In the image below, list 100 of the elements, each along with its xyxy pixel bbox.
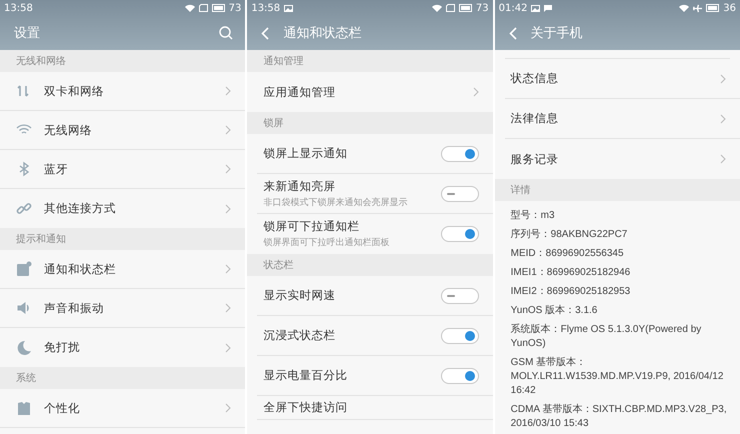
toggle-switch[interactable] <box>440 368 479 384</box>
list-item[interactable]: 服务记录 <box>504 139 740 179</box>
chevron-right-icon <box>472 87 479 97</box>
item-subtitle: 锁屏界面可下拉呼出通知栏面板 <box>263 236 390 249</box>
chevron-right-icon <box>720 74 726 84</box>
image-icon <box>284 4 294 12</box>
item-label: 双卡和网络 <box>44 84 105 98</box>
chevron-right-icon <box>225 204 232 214</box>
screen-title: 关于手机 <box>530 25 584 42</box>
detail-text: 系统版本：Flyme OS 5.1.3.0Y(Powered by YunOS) <box>510 323 702 351</box>
toggle-row[interactable]: 显示实时网速 <box>257 276 493 316</box>
section-header: 状态栏 <box>247 254 493 276</box>
detail-text: IMEI2：869969025182953 <box>510 285 632 299</box>
list-item[interactable]: 免打扰 <box>0 328 246 367</box>
chevron-right-icon <box>225 164 232 174</box>
battery-percent: 73 <box>476 2 489 14</box>
message-icon <box>544 4 552 12</box>
chevron-right-icon <box>720 114 726 124</box>
link-icon <box>16 200 32 216</box>
item-label: 服务记录 <box>510 152 560 166</box>
speaker-icon <box>16 300 32 316</box>
list-item[interactable]: 无线网络 <box>0 111 246 150</box>
wifi-icon <box>184 4 195 12</box>
wifi-icon <box>432 4 442 12</box>
item-label: 显示实时网速 <box>263 288 336 303</box>
item-label: 蓝牙 <box>44 162 69 176</box>
detail-text: CDMA 基带版本：SIXTH.CBP.MD.MP3.V28_P3, 2016/03/10 15:43 <box>510 403 728 431</box>
list-item[interactable]: 个性化 <box>0 389 246 428</box>
item-label: 沉浸式状态栏 <box>263 328 336 343</box>
item-label: 声音和振动 <box>44 300 105 316</box>
item-subtitle: 非口袋模式下锁屏来通知会亮屏显示 <box>263 196 408 208</box>
toggle-row[interactable]: 锁屏可下拉通知栏 锁屏界面可下拉呼出通知栏面板 <box>257 214 493 254</box>
battery-icon <box>458 4 472 12</box>
list-item[interactable]: 通知和状态栏 <box>0 250 246 289</box>
list-item[interactable]: 声音和振动 <box>0 289 246 328</box>
toggle-switch[interactable] <box>440 328 479 344</box>
image-icon <box>531 4 540 12</box>
toggle-switch[interactable] <box>440 146 479 162</box>
toggle-row[interactable]: 锁屏上显示通知 <box>257 134 493 174</box>
chevron-right-icon <box>225 303 232 313</box>
item-label: 锁屏可下拉通知栏 <box>263 219 360 234</box>
section-header: 通知管理 <box>247 50 493 72</box>
toggle-row[interactable]: 沉浸式状态栏 <box>257 316 493 356</box>
item-label: 无线网络 <box>44 122 93 138</box>
battery-icon <box>706 4 720 12</box>
detail-text: MEID：86996902556345 <box>510 247 625 261</box>
list-item[interactable]: 法律信息 <box>504 99 740 139</box>
toggle-switch[interactable] <box>440 288 479 304</box>
screen-title: 设置 <box>14 25 41 42</box>
section-header: 无线和网络 <box>0 50 246 72</box>
section-header: 详情 <box>494 179 740 201</box>
screen-title: 通知和状态栏 <box>283 25 362 42</box>
item-label: 来新通知亮屏 <box>263 178 336 194</box>
status-time: 13:58 <box>251 2 280 14</box>
toggle-switch[interactable] <box>440 226 479 242</box>
chevron-right-icon <box>225 264 232 274</box>
wifi-icon <box>679 4 690 12</box>
shirt-icon <box>16 400 32 416</box>
list-item[interactable]: 双卡和网络 <box>0 72 246 111</box>
detail-text: YunOS 版本：3.1.6 <box>510 304 598 318</box>
item-label: 应用通知管理 <box>263 84 336 100</box>
chevron-right-icon <box>225 86 232 96</box>
search-icon[interactable] <box>219 26 234 40</box>
item-label: 锁屏上显示通知 <box>263 146 348 161</box>
status-time: 13:58 <box>4 2 33 14</box>
chevron-right-icon <box>225 342 232 352</box>
back-icon[interactable] <box>261 26 270 40</box>
item-label: 免打扰 <box>44 340 81 355</box>
chevron-right-icon <box>720 154 726 164</box>
item-label: 全屏下快捷访问 <box>263 400 348 415</box>
item-label: 法律信息 <box>510 111 560 126</box>
item-label: 个性化 <box>44 400 81 416</box>
detail-text: 序列号：98AKBNG22PC7 <box>510 228 628 242</box>
item-label: 通知和状态栏 <box>44 262 117 276</box>
list-item[interactable]: 全屏下快捷访问 <box>257 396 493 420</box>
section-header: 提示和通知 <box>0 228 246 250</box>
item-label: 其他连接方式 <box>44 201 117 216</box>
chevron-right-icon <box>225 125 232 135</box>
section-header: 锁屏 <box>247 112 493 134</box>
toggle-row[interactable]: 显示电量百分比 <box>257 356 493 396</box>
list-item[interactable]: 状态信息 <box>504 59 740 99</box>
back-icon[interactable] <box>508 26 517 40</box>
notification-icon <box>16 261 32 277</box>
item-label: 状态信息 <box>510 71 560 86</box>
chevron-right-icon <box>225 403 232 413</box>
battery-icon <box>212 4 225 12</box>
list-item[interactable]: 应用通知管理 <box>257 72 493 112</box>
section-header: 系统 <box>0 367 246 389</box>
battery-percent: 36 <box>723 2 736 14</box>
list-item[interactable]: 其他连接方式 <box>0 189 246 228</box>
toggle-row[interactable]: 来新通知亮屏 非口袋模式下锁屏来通知会亮屏显示 <box>257 174 493 214</box>
moon-icon <box>16 340 32 356</box>
toggle-switch[interactable] <box>440 186 479 202</box>
detail-text: IMEI1：869969025182946 <box>510 266 632 280</box>
battery-percent: 73 <box>228 2 242 14</box>
list-item[interactable]: 蓝牙 <box>0 150 246 189</box>
detail-text: 型号：m3 <box>510 209 556 223</box>
status-time: 01:42 <box>498 2 528 14</box>
item-label: 显示电量百分比 <box>263 368 348 383</box>
detail-text: GSM 基带版本：MOLY.LR11.W1539.MD.MP.V19.P9, 2016/04/12 16:42 <box>510 356 724 398</box>
